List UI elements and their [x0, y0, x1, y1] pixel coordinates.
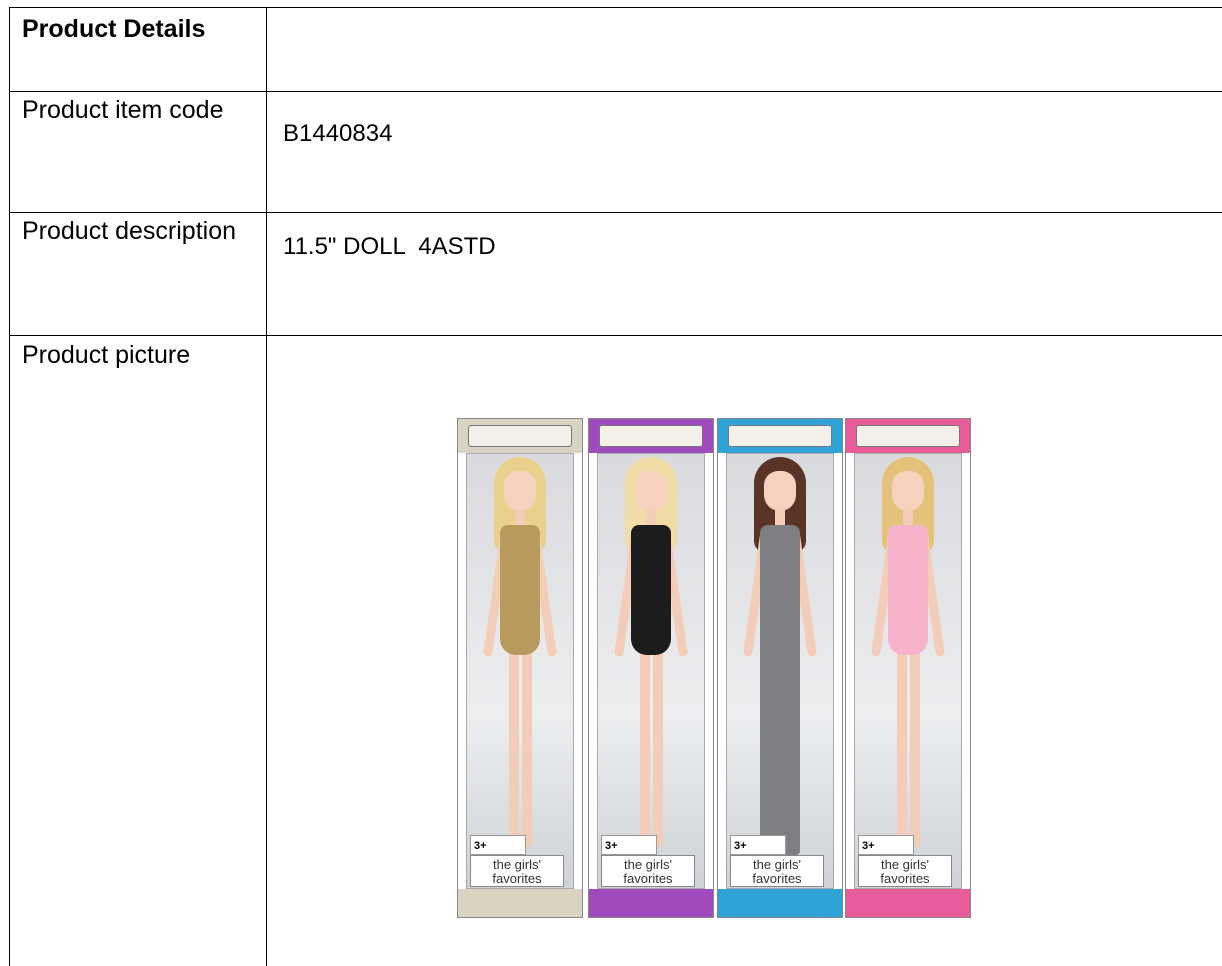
doll-leg — [897, 647, 907, 847]
doll-box: 3+ the girls' favorites — [717, 418, 843, 918]
box-top-band — [458, 419, 582, 453]
table-column-divider — [266, 7, 267, 966]
age-badge: 3+ — [470, 835, 526, 855]
doll-face — [764, 471, 796, 511]
doll-leg — [910, 647, 920, 847]
doll-figure — [868, 457, 948, 857]
table-border-left — [9, 7, 10, 966]
table-row-divider — [9, 335, 1222, 336]
box-bottom-band — [718, 889, 842, 917]
doll-figure — [740, 457, 820, 857]
box-bottom-band — [458, 889, 582, 917]
doll-dress — [760, 525, 800, 855]
doll-leg — [509, 647, 519, 847]
doll-box: 3+ the girls' favorites — [845, 418, 971, 918]
box-plaque — [856, 425, 960, 447]
doll-dress — [500, 525, 540, 655]
box-plaque — [599, 425, 703, 447]
description-value: 11.5" DOLL 4ASTD — [283, 233, 496, 260]
picture-label: Product picture — [22, 341, 191, 369]
brand-label: the girls' favorites — [601, 855, 695, 887]
brand-label: the girls' favorites — [858, 855, 952, 887]
age-badge: 3+ — [858, 835, 914, 855]
doll-box: 3+ the girls' favorites — [588, 418, 714, 918]
box-plaque — [468, 425, 572, 447]
doll-leg — [522, 647, 532, 847]
table-border-top — [9, 7, 1222, 8]
box-bottom-band — [846, 889, 970, 917]
box-top-band — [718, 419, 842, 453]
box-top-band — [846, 419, 970, 453]
table-header-label: Product Details — [22, 15, 206, 43]
table-row-divider — [9, 91, 1222, 92]
doll-box: 3+ the girls' favorites — [457, 418, 583, 918]
age-badge: 3+ — [601, 835, 657, 855]
table-row-divider — [9, 212, 1222, 213]
box-plaque — [728, 425, 832, 447]
product-picture: 3+ the girls' favorites 3+ the girls' fa… — [455, 410, 985, 918]
box-top-band — [589, 419, 713, 453]
brand-label: the girls' favorites — [730, 855, 824, 887]
doll-dress — [888, 525, 928, 655]
doll-face — [635, 471, 667, 511]
doll-dress — [631, 525, 671, 655]
doll-figure — [611, 457, 691, 857]
age-badge: 3+ — [730, 835, 786, 855]
doll-leg — [653, 647, 663, 847]
item-code-label: Product item code — [22, 96, 224, 124]
doll-face — [504, 471, 536, 511]
doll-leg — [640, 647, 650, 847]
brand-label: the girls' favorites — [470, 855, 564, 887]
description-label: Product description — [22, 217, 237, 245]
box-bottom-band — [589, 889, 713, 917]
doll-face — [892, 471, 924, 511]
item-code-value: B1440834 — [283, 120, 393, 147]
doll-figure — [480, 457, 560, 857]
